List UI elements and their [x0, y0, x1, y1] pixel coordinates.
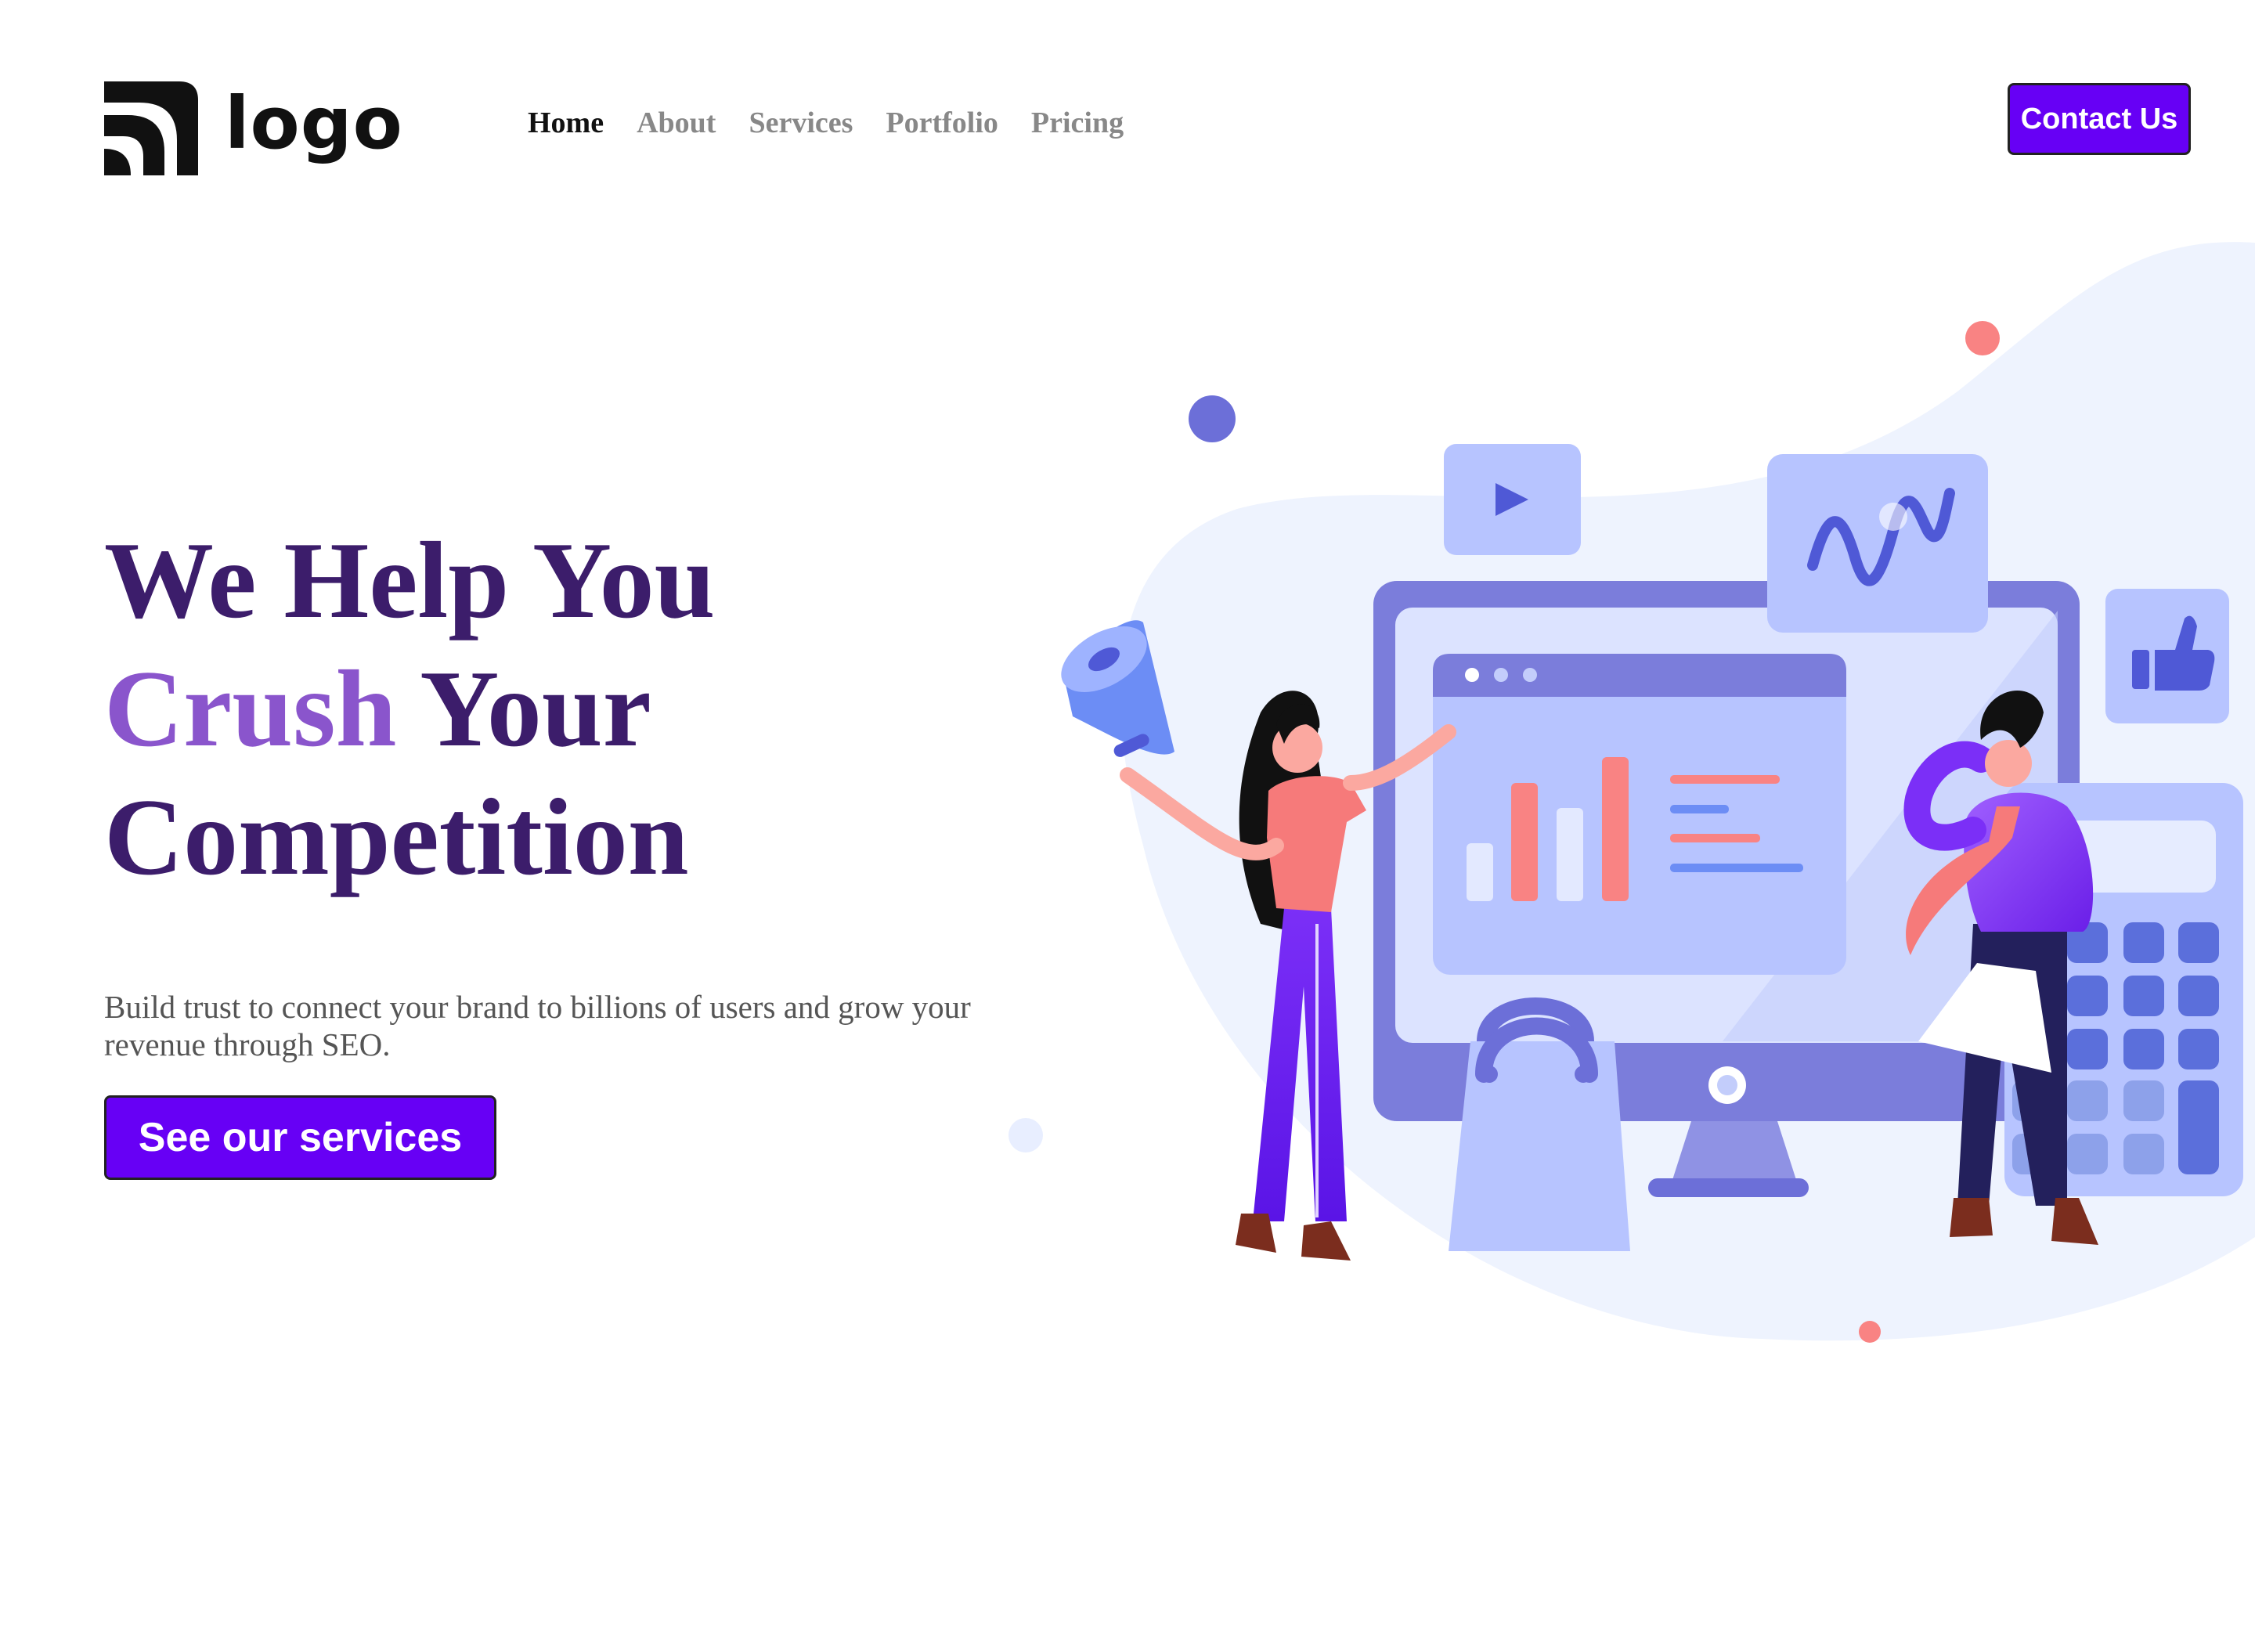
shopping-bag-icon: [1449, 997, 1630, 1251]
decor-dot: [1189, 395, 1236, 442]
decor-dot: [1008, 1118, 1043, 1152]
contact-us-button[interactable]: Contact Us: [2008, 83, 2191, 155]
nav-home[interactable]: Home: [528, 106, 604, 140]
hero-title: We Help You Crush Your Competition: [104, 517, 715, 902]
nav-pricing[interactable]: Pricing: [1031, 106, 1124, 140]
main-nav: Home About Services Portfolio Pricing: [528, 106, 1124, 140]
hero-subtitle: Build trust to connect your brand to bil…: [104, 989, 971, 1062]
bar-mark: [1557, 808, 1583, 901]
logo-mark-icon: [104, 81, 198, 175]
browser-window: [1433, 654, 1846, 975]
play-card: [1444, 444, 1581, 555]
logo[interactable]: logo: [104, 81, 403, 176]
nav-services[interactable]: Services: [749, 106, 853, 140]
hero-title-line-2-rest: Your: [396, 648, 651, 770]
hero-illustration: [1008, 242, 2255, 1343]
decor-dot: [1965, 321, 2000, 355]
bar-mark: [1511, 783, 1538, 901]
bar-mark: [1602, 757, 1629, 901]
nav-about[interactable]: About: [637, 106, 716, 140]
hero-title-line-1: We Help You: [104, 520, 716, 641]
see-our-services-button[interactable]: See our services: [104, 1095, 496, 1180]
hero-title-line-3: Competition: [104, 777, 689, 898]
nav-portfolio[interactable]: Portfolio: [886, 106, 998, 140]
wave-chart-card: [1767, 454, 1988, 633]
hero-title-line-2: Crush Your: [104, 645, 715, 774]
hero-title-accent: Crush: [104, 648, 397, 770]
logo-text: logo: [225, 81, 403, 165]
bar-mark: [1467, 843, 1493, 901]
thumbs-up-card: [2105, 589, 2229, 723]
decor-dot: [1859, 1321, 1881, 1343]
